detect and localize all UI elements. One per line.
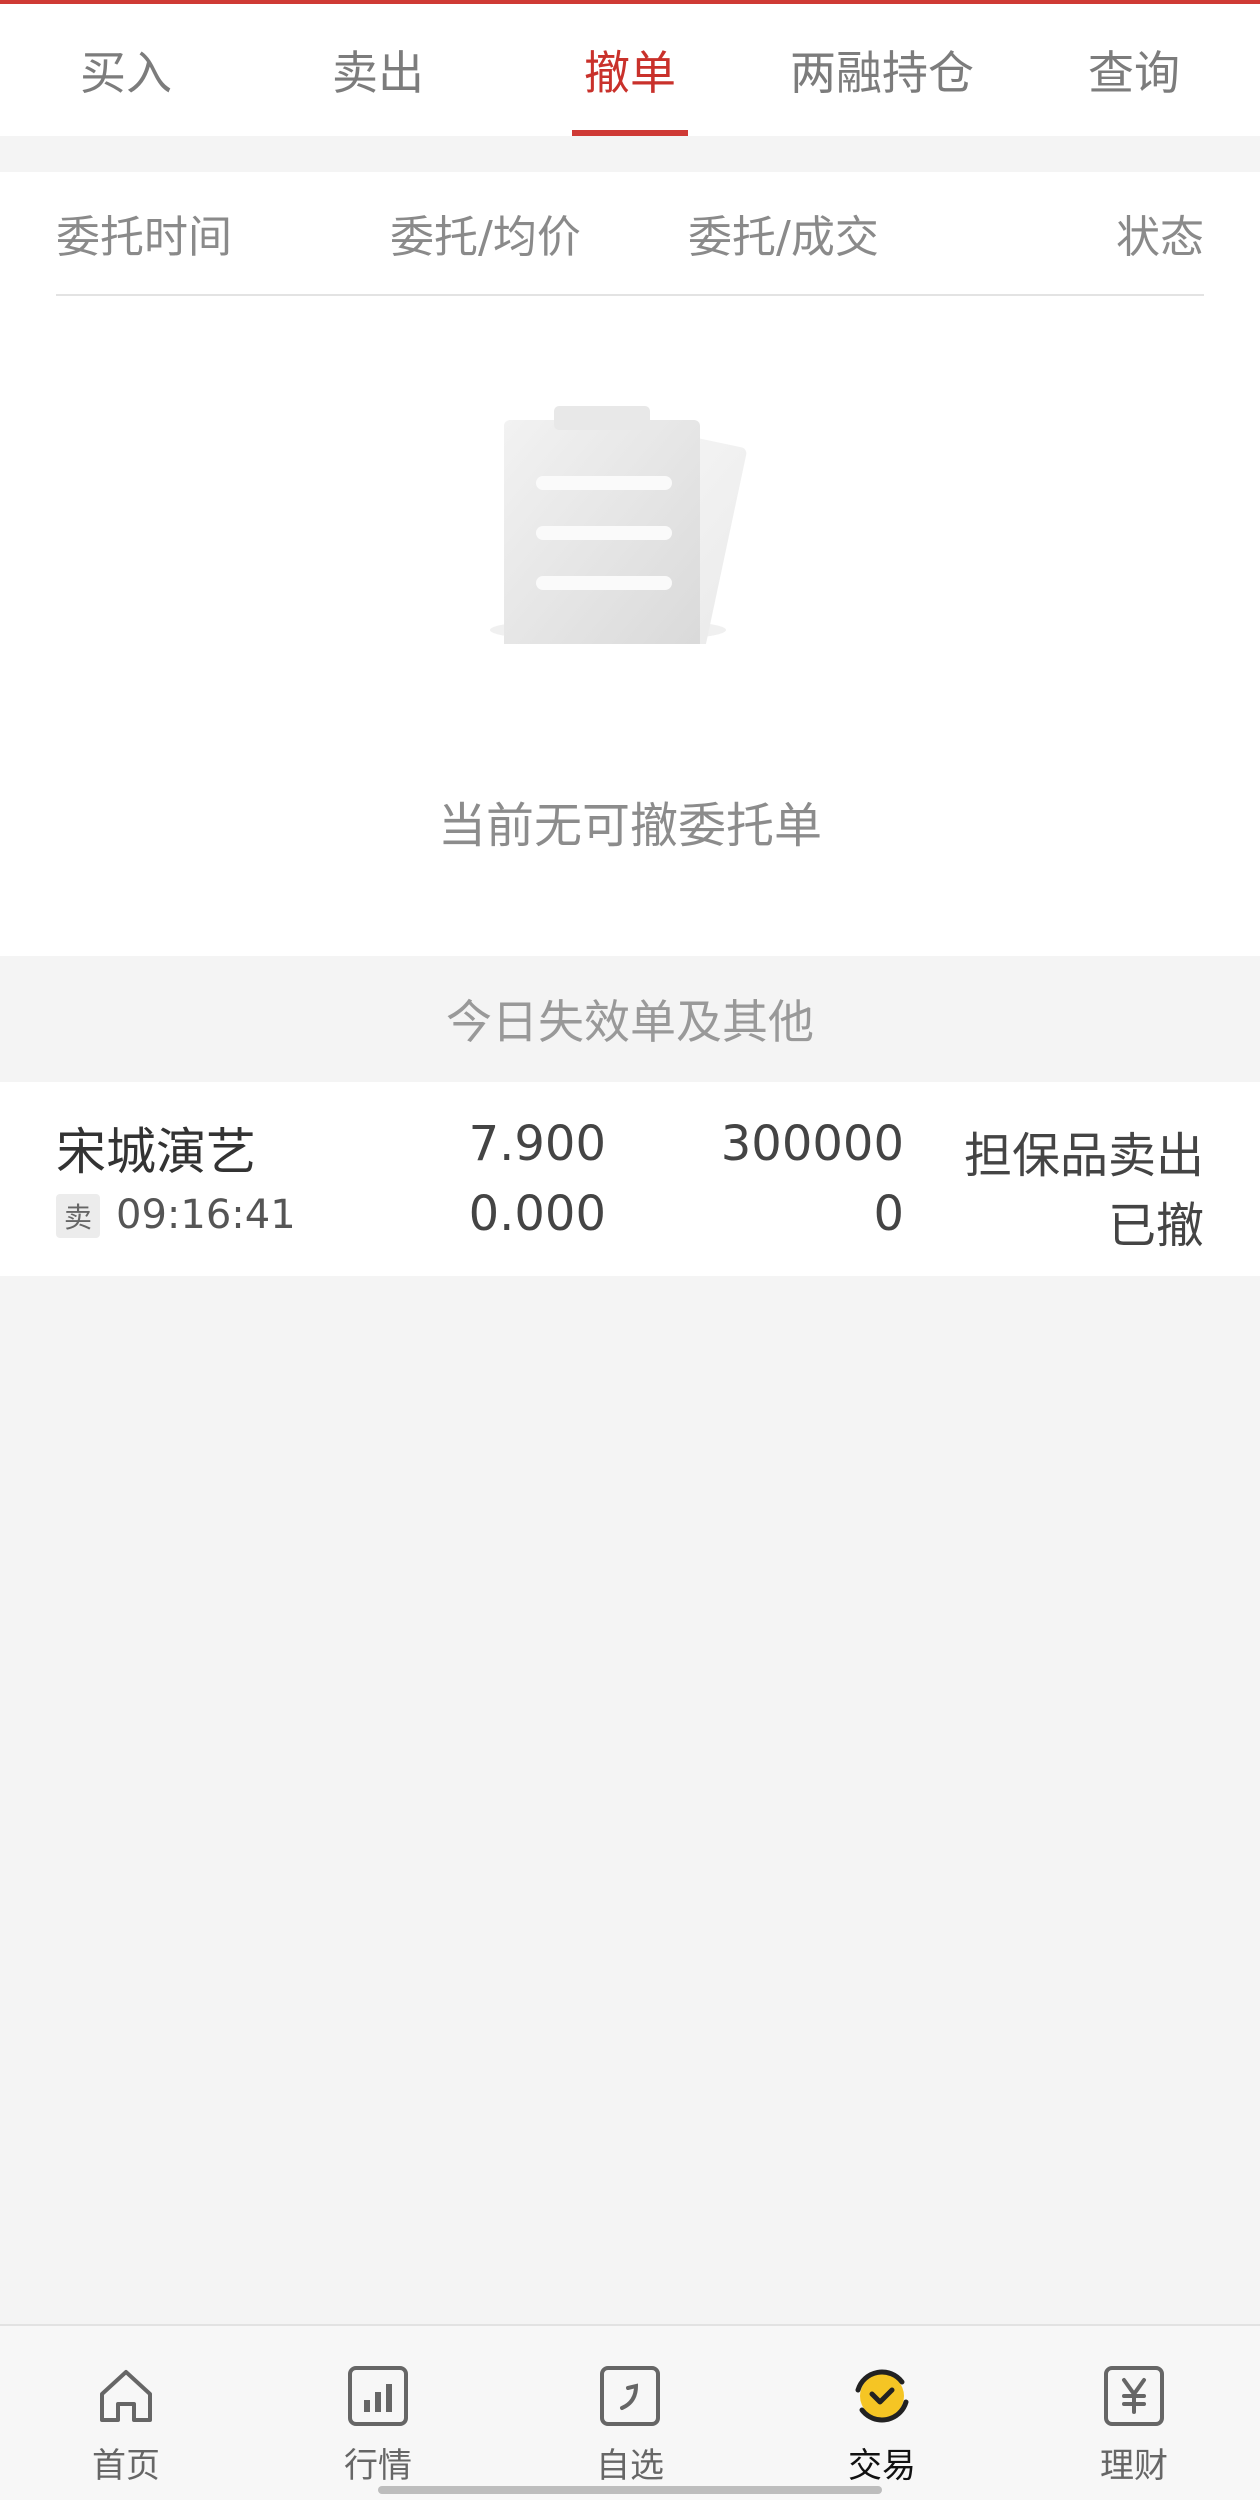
home-indicator[interactable]	[378, 2486, 882, 2494]
nav-label: 首页	[92, 2446, 160, 2486]
empty-state-message: 当前无可撤委托单	[437, 798, 822, 854]
nav-label: 行情	[344, 2446, 412, 2486]
tab-sell[interactable]: 卖出	[252, 4, 504, 136]
empty-state: 当前无可撤委托单	[0, 296, 1260, 956]
order-quantity: 300000	[720, 1116, 904, 1172]
column-order-avg-price: 委托/均价	[390, 212, 581, 263]
order-price: 7.900	[468, 1116, 606, 1172]
trade-icon	[855, 2369, 909, 2423]
order-time: 09:16:41	[116, 1192, 296, 1238]
section-title: 今日失效单及其他	[446, 995, 814, 1049]
active-tab-indicator	[572, 130, 688, 136]
top-tab-bar: 买入 卖出 撤单 两融持仓 查询	[0, 0, 1260, 136]
nav-wealth[interactable]: 理财	[1008, 2326, 1260, 2500]
nav-home[interactable]: 首页	[0, 2326, 252, 2500]
tab-query[interactable]: 查询	[1008, 4, 1260, 136]
tab-margin-positions[interactable]: 两融持仓	[756, 4, 1008, 136]
tab-cancel-order[interactable]: 撤单	[504, 4, 756, 136]
nav-label: 交易	[848, 2446, 916, 2486]
nav-trade[interactable]: 交易	[756, 2326, 1008, 2500]
stock-name: 宋城演艺	[56, 1123, 256, 1181]
order-type: 担保品卖出	[963, 1128, 1204, 1184]
home-icon	[100, 2370, 152, 2422]
nav-label: 自选	[596, 2446, 664, 2486]
column-status: 状态	[1116, 212, 1204, 263]
bottom-navigation: 首页 行情 自选 交易 理财	[0, 2324, 1260, 2500]
wealth-yen-icon	[1104, 2366, 1164, 2426]
side-badge: 卖	[56, 1194, 100, 1238]
nav-watchlist[interactable]: 自选	[504, 2326, 756, 2500]
order-list-header: 委托时间 委托/均价 委托/成交 状态	[0, 172, 1260, 296]
nav-market[interactable]: 行情	[252, 2326, 504, 2500]
order-status: 已撤	[1107, 1198, 1204, 1254]
column-order-time: 委托时间	[56, 212, 232, 263]
nav-label: 理财	[1100, 2446, 1168, 2486]
tab-buy[interactable]: 买入	[0, 4, 252, 136]
watchlist-icon	[600, 2366, 660, 2426]
market-chart-icon	[348, 2366, 408, 2426]
section-expired-orders: 今日失效单及其他	[0, 956, 1260, 1082]
column-order-filled: 委托/成交	[688, 212, 879, 263]
trade-cancel-page: 买入 卖出 撤单 两融持仓 查询 委托时间 委托/均价 委托/成交 状态 当前无…	[0, 0, 1260, 2500]
clipboard-empty-icon	[490, 406, 747, 644]
filled-quantity: 0	[873, 1186, 904, 1242]
average-price: 0.000	[468, 1186, 606, 1242]
order-row[interactable]: 宋城演艺 卖 09:16:41 7.900 0.000 300000 0 担保品…	[0, 1082, 1260, 1276]
